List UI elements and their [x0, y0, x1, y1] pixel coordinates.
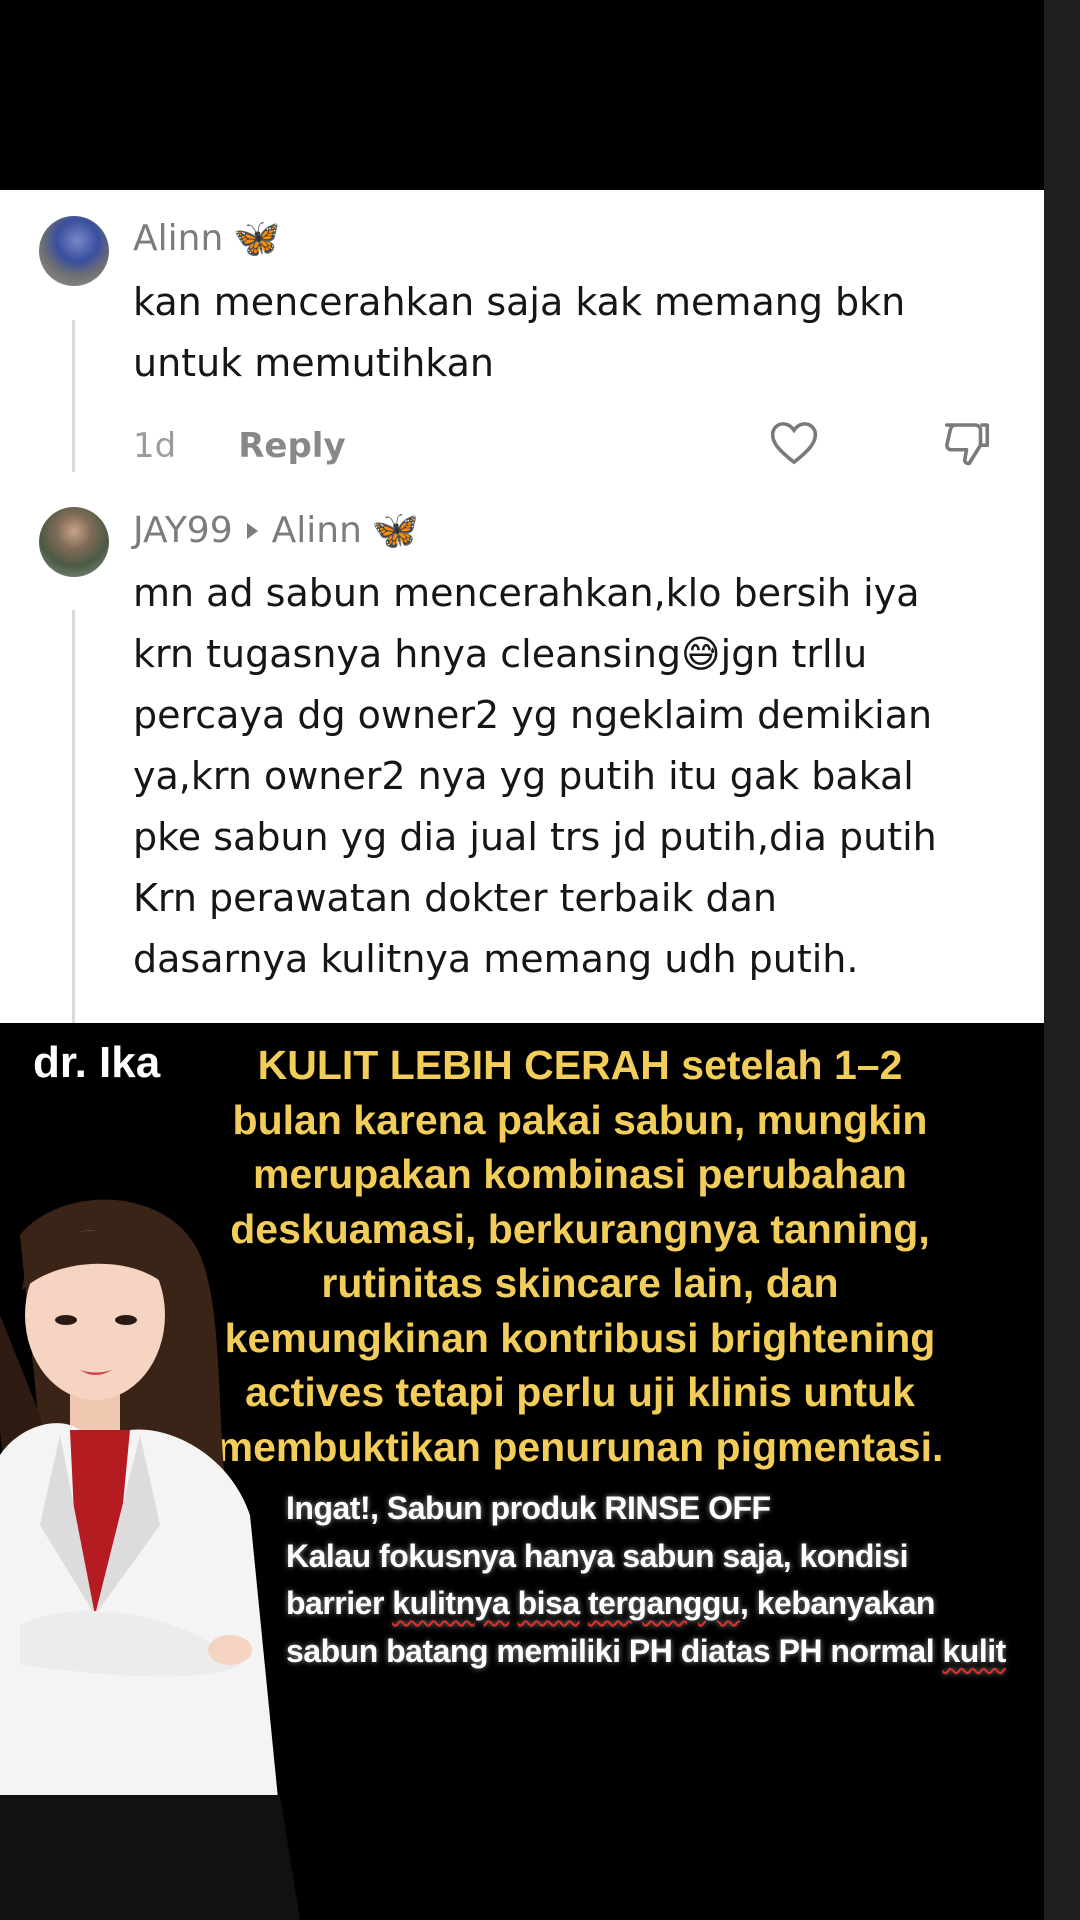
comment-line: dasarnya kulitnya memang udh putih.	[133, 937, 859, 981]
headline-line: actives tetapi perlu uji klinis untuk	[245, 1369, 915, 1415]
comment-line-part: krn tugasnya hnya cleansing	[133, 632, 682, 676]
comment-body: kan mencerahkan saja kak memang bkn untu…	[133, 272, 1003, 394]
misspelled-word: bisa	[517, 1585, 581, 1621]
headline-line: deskuamasi, berkurangnya tanning,	[230, 1205, 930, 1252]
headline-line: rutinitas skincare lain, dan	[321, 1260, 839, 1306]
heart-icon[interactable]	[767, 416, 821, 470]
avatar-jay99[interactable]	[39, 507, 109, 577]
doctor-name: dr. Ika	[33, 1038, 161, 1087]
headline-line: membuktikan penurunan pigmentasi.	[216, 1423, 944, 1470]
comment-line-part: jgn trllu	[720, 632, 868, 676]
note-line: barrier kulitnya bisa terganggu, kebanya…	[286, 1580, 1026, 1628]
misspelled-word: kulitnya	[392, 1585, 510, 1621]
comments-card: Alinn 🦋 kan mencerahkan saja kak memang …	[0, 190, 1044, 1023]
doctor-portrait	[0, 1199, 300, 1920]
comment-time: 1d	[133, 426, 177, 466]
reply-to-username: Alinn	[271, 510, 362, 551]
thread-line	[72, 320, 75, 472]
comment-line: kan mencerahkan saja kak memang bkn	[133, 280, 906, 324]
butterfly-emoji: 🦋	[371, 508, 420, 552]
butterfly-emoji: 🦋	[233, 216, 281, 260]
headline-line: KULIT LEBIH CERAH setelah 1–2	[257, 1042, 903, 1088]
note-text-part: , kebanyakan	[739, 1585, 936, 1621]
comment-line: mn ad sabun mencerahkan,klo bersih iya	[133, 571, 920, 615]
username-text: JAY99	[133, 510, 233, 551]
note-line: Kalau fokusnya hanya sabun saja, kondisi	[286, 1537, 908, 1574]
note-text-part	[509, 1585, 517, 1621]
comment-username[interactable]: Alinn 🦋	[133, 216, 281, 261]
comment-line: percaya dg owner2 yg ngeklaim demikian	[133, 693, 933, 737]
reply-button[interactable]: Reply	[238, 426, 345, 466]
misspelled-word: kulit	[942, 1632, 1007, 1669]
comment-line: Krn perawatan dokter terbaik dan	[133, 876, 777, 920]
comment-line: untuk memutihkan	[133, 341, 494, 385]
headline-text: KULIT LEBIH CERAH setelah 1–2 bulan kare…	[195, 1038, 965, 1474]
comment-line: pke sabun yg dia jual trs jd putih,dia p…	[133, 815, 937, 859]
note-text-part	[580, 1585, 588, 1621]
thread-line	[72, 610, 75, 1023]
comment-body: mn ad sabun mencerahkan,klo bersih iya k…	[133, 563, 1003, 990]
headline-line: kemungkinan kontribusi brightening	[224, 1314, 936, 1361]
note-line: sabun batang memiliki PH diatas PH norma…	[286, 1628, 1026, 1676]
headline-line: bulan karena pakai sabun, mungkin	[232, 1096, 928, 1143]
dislike-icon[interactable]	[940, 416, 994, 470]
note-text-part: barrier	[286, 1585, 393, 1621]
note-line: Ingat!, Sabun produk RINSE OFF	[286, 1490, 771, 1526]
headline-line: merupakan kombinasi perubahan	[253, 1151, 907, 1197]
sweat-smile-emoji: 😅	[681, 632, 721, 676]
misspelled-word: terganggu	[588, 1585, 740, 1621]
note-text-part: sabun batang memiliki PH diatas PH norma…	[286, 1632, 943, 1669]
username-text: Alinn	[133, 218, 224, 259]
comment-meta: 1d Reply	[133, 426, 346, 466]
comment-line: ya,krn owner2 nya yg putih itu gak bakal	[133, 754, 914, 798]
comment-username[interactable]: JAY99 Alinn 🦋	[133, 508, 419, 553]
right-edge-strip	[1044, 0, 1080, 1920]
reply-triangle-icon	[246, 522, 258, 539]
comment-line: krn tugasnya hnya cleansing😅jgn trllu	[133, 624, 1003, 685]
note-text: Ingat!, Sabun produk RINSE OFF Kalau fok…	[286, 1485, 1026, 1675]
avatar-alinn[interactable]	[39, 216, 109, 286]
